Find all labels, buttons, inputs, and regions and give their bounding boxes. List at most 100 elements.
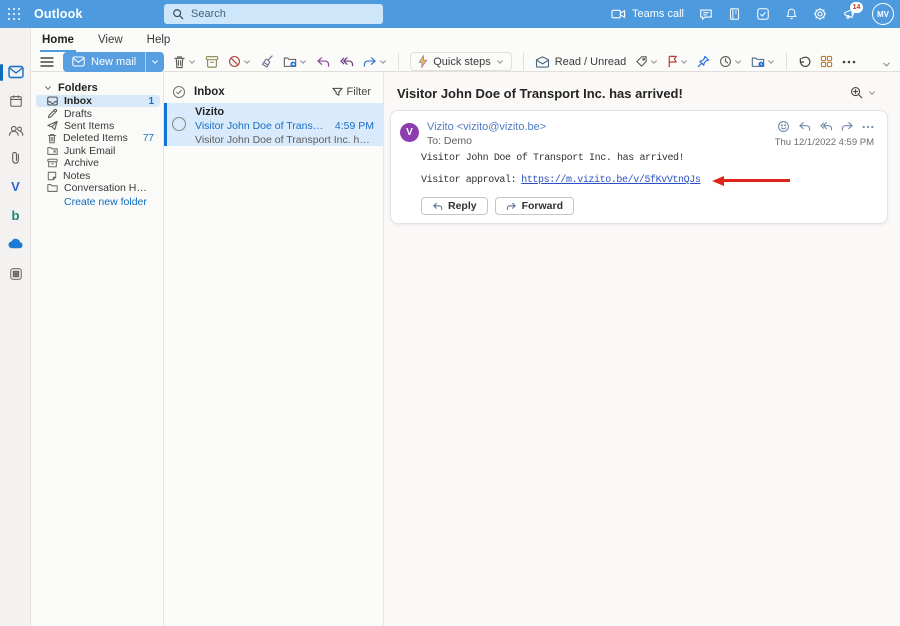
folder-label: Conversation His... [64,181,148,194]
folder-item-deleted[interactable]: Deleted Items 77 [36,132,160,144]
folders-header[interactable]: Folders [31,80,163,95]
folder-item-notes[interactable]: Notes [36,169,160,182]
categorize-button[interactable] [635,55,658,68]
notebook-icon[interactable] [728,7,741,21]
emoji-react-icon[interactable] [777,120,790,133]
app-launcher-icon[interactable] [8,8,21,21]
schedule-button[interactable] [719,55,742,68]
folder-item-archive[interactable]: Archive [36,157,160,169]
chevron-down-icon [768,59,775,64]
email-list-item[interactable]: Vizito Visitor John Doe of Transport Inc… [164,103,383,146]
folder-label: Notes [63,169,91,182]
viva-engage-icon[interactable]: V [0,173,31,199]
folder-item-sent[interactable]: Sent Items [36,120,160,132]
bell-icon[interactable] [785,7,798,21]
forward-icon[interactable] [841,121,854,132]
folder-label: Junk Email [64,144,116,157]
reply-button-label: Reply [448,200,477,212]
people-icon[interactable] [0,117,31,143]
ribbon-tabs: Home View Help [40,31,172,52]
folders-header-label: Folders [58,81,98,94]
folder-item-inbox[interactable]: Inbox 1 [36,95,160,108]
search-input[interactable]: Search [164,4,383,24]
folder-item-conversation-history[interactable]: Conversation His... [36,182,160,194]
snooze-folder-icon [752,57,765,67]
reading-pane: Visitor John Doe of Transport Inc. has a… [384,72,900,626]
folder-label: Archive [64,157,100,170]
email-checkbox[interactable] [172,117,186,131]
move-to-button[interactable] [283,56,307,68]
attachments-icon[interactable] [0,145,31,171]
folder-label: Inbox [64,95,92,108]
folder-item-drafts[interactable]: Drafts [36,107,160,120]
create-new-folder-link[interactable]: Create new folder [64,196,163,208]
read-unread-envelope-icon [535,55,549,68]
clock-icon [720,56,732,67]
message-timestamp: Thu 12/1/2022 4:59 PM [774,137,874,148]
chevron-down-icon [189,59,196,64]
filter-button[interactable]: Filter [331,86,371,98]
new-mail-label: New mail [91,55,137,68]
folder-item-junk[interactable]: Junk Email [36,145,160,157]
tab-home[interactable]: Home [40,31,76,52]
message-card: V Vizito <vizito@vizito.be> To: Demo Thu… [390,110,888,224]
tab-help[interactable]: Help [145,31,173,52]
deleted-items-icon [47,133,57,144]
folder-count: 77 [142,132,154,144]
filter-icon [331,87,343,96]
sweep-button[interactable] [260,55,274,68]
undo-button[interactable] [798,56,811,68]
select-all-icon[interactable] [172,85,186,99]
filter-label: Filter [346,86,371,98]
more-apps-icon[interactable] [0,261,31,287]
mail-icon[interactable] [0,59,31,85]
more-options-icon[interactable] [862,125,874,129]
email-preview: Visitor John Doe of Transport Inc. has a… [195,134,374,146]
email-time: 4:59 PM [334,120,374,132]
red-arrow-head [712,175,725,186]
forward-button[interactable] [363,56,387,68]
approval-link[interactable]: https://m.vizito.be/v/5fKvVtnQJs [521,175,701,186]
menu-icon[interactable] [40,56,54,68]
calendar-icon[interactable] [0,88,31,114]
archive-icon [47,158,58,168]
zoom-control[interactable] [850,86,876,99]
reply-icon[interactable] [798,121,811,132]
teams-call-button[interactable]: Teams call [611,8,684,20]
delete-button[interactable] [173,55,196,69]
flag-button[interactable] [667,55,688,68]
more-options-button[interactable] [842,60,856,64]
reply-button[interactable] [316,56,330,68]
forward-button[interactable]: Forward [494,197,575,215]
tab-view[interactable]: View [96,31,125,52]
snooze-button[interactable] [751,56,775,68]
apps-button[interactable] [820,55,833,68]
pin-button[interactable] [697,55,710,68]
pin-icon [698,55,710,68]
onedrive-icon[interactable] [0,230,31,256]
account-avatar[interactable]: MV [872,3,894,25]
ribbon: Home View Help New mail Quick steps Read… [31,28,900,72]
search-placeholder: Search [191,8,226,20]
ribbon-collapse-button[interactable] [882,60,891,69]
reply-all-icon[interactable] [819,121,833,132]
reply-button[interactable]: Reply [421,197,488,215]
new-mail-dropdown[interactable] [145,51,164,72]
feedback-megaphone-icon[interactable]: 14 [842,2,863,21]
folder-label: Deleted Items [63,132,128,145]
undo-icon [799,56,811,67]
new-mail-button[interactable]: New mail [63,51,165,72]
bookings-icon[interactable]: b [0,202,31,228]
settings-gear-icon[interactable] [813,7,827,21]
chevron-down-icon [651,59,658,64]
tasks-icon[interactable] [756,7,770,21]
read-unread-button[interactable]: Read / Unread [535,55,627,68]
archive-button[interactable] [205,55,219,68]
reply-all-button[interactable] [339,56,354,68]
read-unread-label: Read / Unread [554,55,627,68]
quick-steps-button[interactable]: Quick steps [410,52,512,71]
chat-icon[interactable] [699,7,713,21]
block-sender-button[interactable] [228,55,251,68]
sender-address[interactable]: Vizito <vizito@vizito.be> [427,121,546,133]
chevron-down-icon [883,62,890,67]
